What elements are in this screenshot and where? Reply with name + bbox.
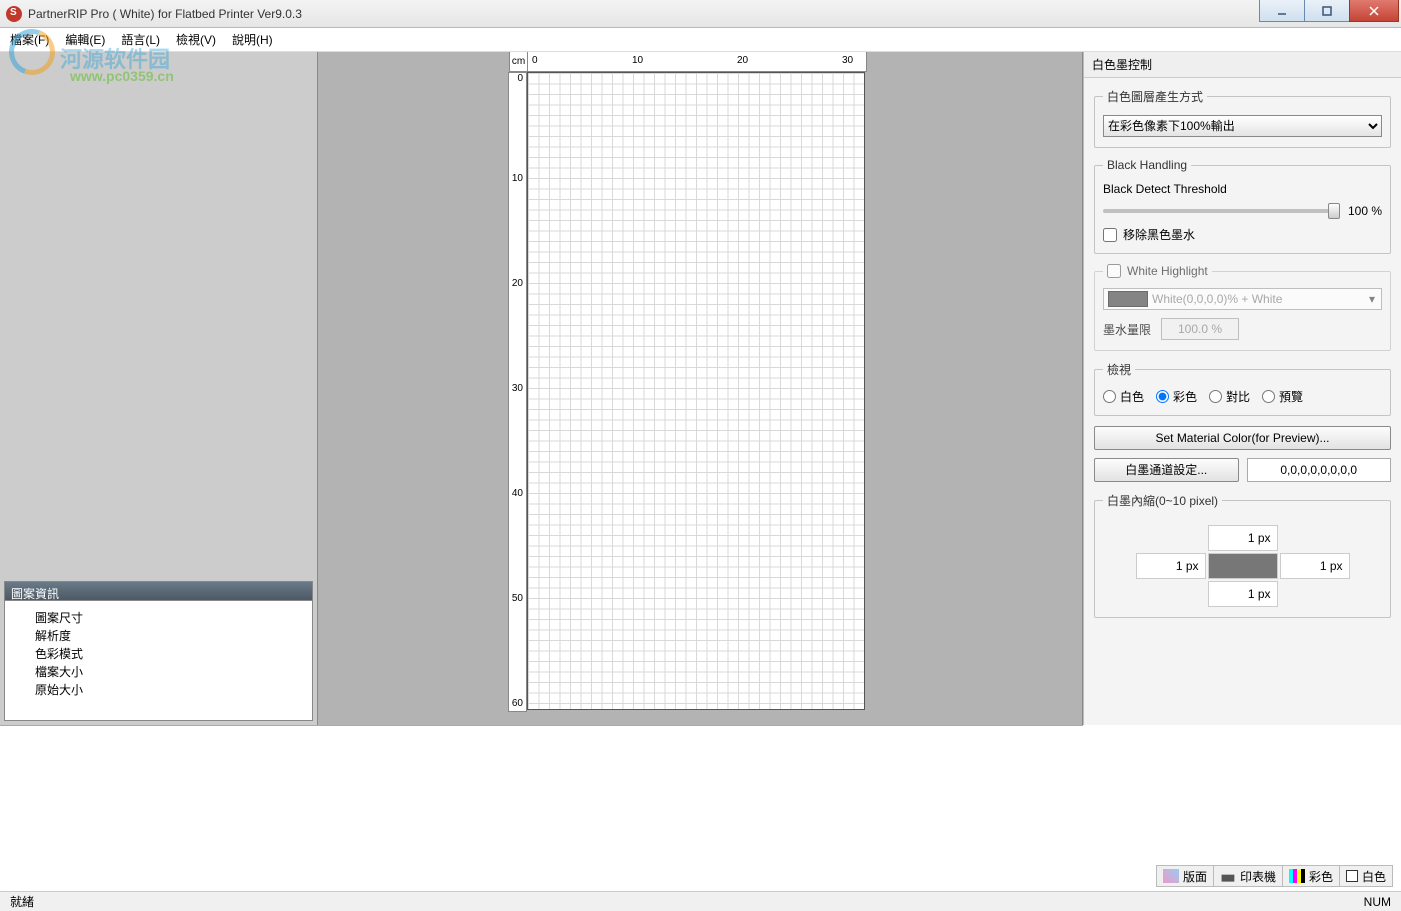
window-title: PartnerRIP Pro ( White) for Flatbed Prin… bbox=[28, 7, 302, 21]
radio-color[interactable]: 彩色 bbox=[1156, 388, 1197, 405]
radio-diff[interactable]: 對比 bbox=[1209, 388, 1250, 405]
shrink-bottom-input[interactable]: 1 px bbox=[1208, 581, 1278, 607]
white-square-icon bbox=[1346, 870, 1358, 882]
black-thresh-label: Black Detect Threshold bbox=[1103, 182, 1382, 196]
log-pane bbox=[0, 725, 1083, 855]
h-tick: 10 bbox=[632, 55, 643, 66]
v-tick: 10 bbox=[509, 173, 523, 184]
v-tick: 30 bbox=[509, 383, 523, 394]
tab-color[interactable]: 彩色 bbox=[1283, 866, 1340, 886]
black-thresh-slider[interactable] bbox=[1103, 209, 1340, 213]
v-tick: 20 bbox=[509, 278, 523, 289]
right-pane: 白色墨控制 白色圖層產生方式 在彩色像素下100%輸出 Black Handli… bbox=[1083, 52, 1401, 725]
image-info-header: 圖案資訊 bbox=[4, 581, 313, 601]
white-gen-select[interactable]: 在彩色像素下100%輸出 bbox=[1103, 115, 1382, 137]
white-hl-value: White(0,0,0,0)% + White bbox=[1152, 292, 1363, 306]
v-tick: 50 bbox=[509, 593, 523, 604]
menu-help[interactable]: 說明(H) bbox=[232, 31, 273, 48]
ink-limit-label: 墨水量限 bbox=[1103, 321, 1151, 338]
white-gen-legend: 白色圖層產生方式 bbox=[1103, 88, 1207, 105]
printer-icon bbox=[1220, 869, 1236, 883]
chevron-down-icon: ▾ bbox=[1363, 292, 1381, 306]
maximize-button[interactable] bbox=[1304, 0, 1350, 22]
titlebar: PartnerRIP Pro ( White) for Flatbed Prin… bbox=[0, 0, 1401, 28]
menu-file[interactable]: 檔案(F) bbox=[10, 31, 49, 48]
h-tick: 20 bbox=[737, 55, 748, 66]
cmyk-icon bbox=[1289, 869, 1305, 883]
view-legend: 檢視 bbox=[1103, 361, 1135, 378]
h-tick: 30 bbox=[842, 55, 853, 66]
tab-white[interactable]: 白色 bbox=[1340, 866, 1392, 886]
set-material-color-button[interactable]: Set Material Color(for Preview)... bbox=[1094, 426, 1391, 450]
ruler-vertical: 0 10 20 30 40 50 60 bbox=[508, 72, 527, 712]
canvas-zone[interactable]: cm 0 10 20 30 0 10 20 30 40 50 60 bbox=[318, 52, 1083, 725]
v-tick: 40 bbox=[509, 488, 523, 499]
info-row-res: 解析度 bbox=[35, 627, 312, 645]
minimize-button[interactable] bbox=[1259, 0, 1305, 22]
tab-layout[interactable]: 版面 bbox=[1157, 866, 1214, 886]
canvas-grid[interactable] bbox=[527, 72, 865, 710]
ruler-unit: cm bbox=[509, 52, 528, 72]
statusbar: 就緒 NUM bbox=[0, 891, 1401, 911]
white-channel-settings-button[interactable]: 白墨通道設定... bbox=[1094, 458, 1239, 482]
white-shrink-legend: 白墨內縮(0~10 pixel) bbox=[1103, 492, 1222, 509]
menubar: 檔案(F) 編輯(E) 語言(L) 檢視(V) 說明(H) 河源软件园 www.… bbox=[0, 28, 1401, 52]
white-hl-select[interactable]: White(0,0,0,0)% + White ▾ bbox=[1103, 288, 1382, 310]
h-tick: 0 bbox=[532, 55, 538, 66]
ruler-horizontal: cm 0 10 20 30 bbox=[527, 52, 867, 72]
view-group: 檢視 白色 彩色 對比 預覽 bbox=[1094, 361, 1391, 416]
info-row-mode: 色彩模式 bbox=[35, 645, 312, 663]
right-pane-title: 白色墨控制 bbox=[1084, 52, 1401, 78]
v-tick: 60 bbox=[509, 698, 523, 709]
remove-black-checkbox[interactable]: 移除黑色墨水 bbox=[1103, 226, 1382, 243]
thumbnail-area bbox=[4, 56, 313, 577]
white-channel-values: 0,0,0,0,0,0,0,0 bbox=[1247, 458, 1392, 482]
status-num: NUM bbox=[1364, 895, 1391, 909]
white-hl-label: White Highlight bbox=[1127, 264, 1208, 278]
bottom-tabbar: 版面 印表機 彩色 白色 bbox=[1156, 865, 1393, 887]
white-gen-group: 白色圖層產生方式 在彩色像素下100%輸出 bbox=[1094, 88, 1391, 148]
white-shrink-group: 白墨內縮(0~10 pixel) 1 px 1 px 1 px 1 px bbox=[1094, 492, 1391, 618]
status-ready: 就緒 bbox=[10, 893, 34, 910]
shrink-right-input[interactable]: 1 px bbox=[1280, 553, 1350, 579]
left-pane: 圖案資訊 圖案尺寸 解析度 色彩模式 檔案大小 原始大小 bbox=[0, 52, 318, 725]
info-row-orig: 原始大小 bbox=[35, 681, 312, 699]
info-row-file: 檔案大小 bbox=[35, 663, 312, 681]
radio-preview[interactable]: 預覽 bbox=[1262, 388, 1303, 405]
remove-black-label: 移除黑色墨水 bbox=[1123, 226, 1195, 243]
info-row-size: 圖案尺寸 bbox=[35, 609, 312, 627]
white-highlight-checkbox[interactable]: White Highlight bbox=[1107, 264, 1208, 278]
black-handling-group: Black Handling Black Detect Threshold 10… bbox=[1094, 158, 1391, 254]
ink-limit-value: 100.0 % bbox=[1161, 318, 1239, 340]
wand-icon bbox=[1163, 869, 1179, 883]
radio-white[interactable]: 白色 bbox=[1103, 388, 1144, 405]
swatch-icon bbox=[1108, 291, 1148, 307]
menu-lang[interactable]: 語言(L) bbox=[121, 31, 160, 48]
menu-edit[interactable]: 編輯(E) bbox=[65, 31, 105, 48]
black-thresh-value: 100 % bbox=[1348, 204, 1382, 218]
main-area: 圖案資訊 圖案尺寸 解析度 色彩模式 檔案大小 原始大小 cm 0 10 20 … bbox=[0, 52, 1401, 725]
shrink-left-input[interactable]: 1 px bbox=[1136, 553, 1206, 579]
tab-printer[interactable]: 印表機 bbox=[1214, 866, 1283, 886]
shrink-center-icon bbox=[1208, 553, 1278, 579]
menu-view[interactable]: 檢視(V) bbox=[176, 31, 216, 48]
shrink-top-input[interactable]: 1 px bbox=[1208, 525, 1278, 551]
black-handling-legend: Black Handling bbox=[1103, 158, 1191, 172]
white-highlight-group: White Highlight White(0,0,0,0)% + White … bbox=[1094, 264, 1391, 351]
close-button[interactable] bbox=[1349, 0, 1399, 22]
remove-black-input[interactable] bbox=[1103, 228, 1117, 242]
app-icon bbox=[6, 6, 22, 22]
white-hl-input[interactable] bbox=[1107, 264, 1121, 278]
image-info-body: 圖案尺寸 解析度 色彩模式 檔案大小 原始大小 bbox=[4, 601, 313, 721]
v-tick: 0 bbox=[509, 73, 523, 84]
